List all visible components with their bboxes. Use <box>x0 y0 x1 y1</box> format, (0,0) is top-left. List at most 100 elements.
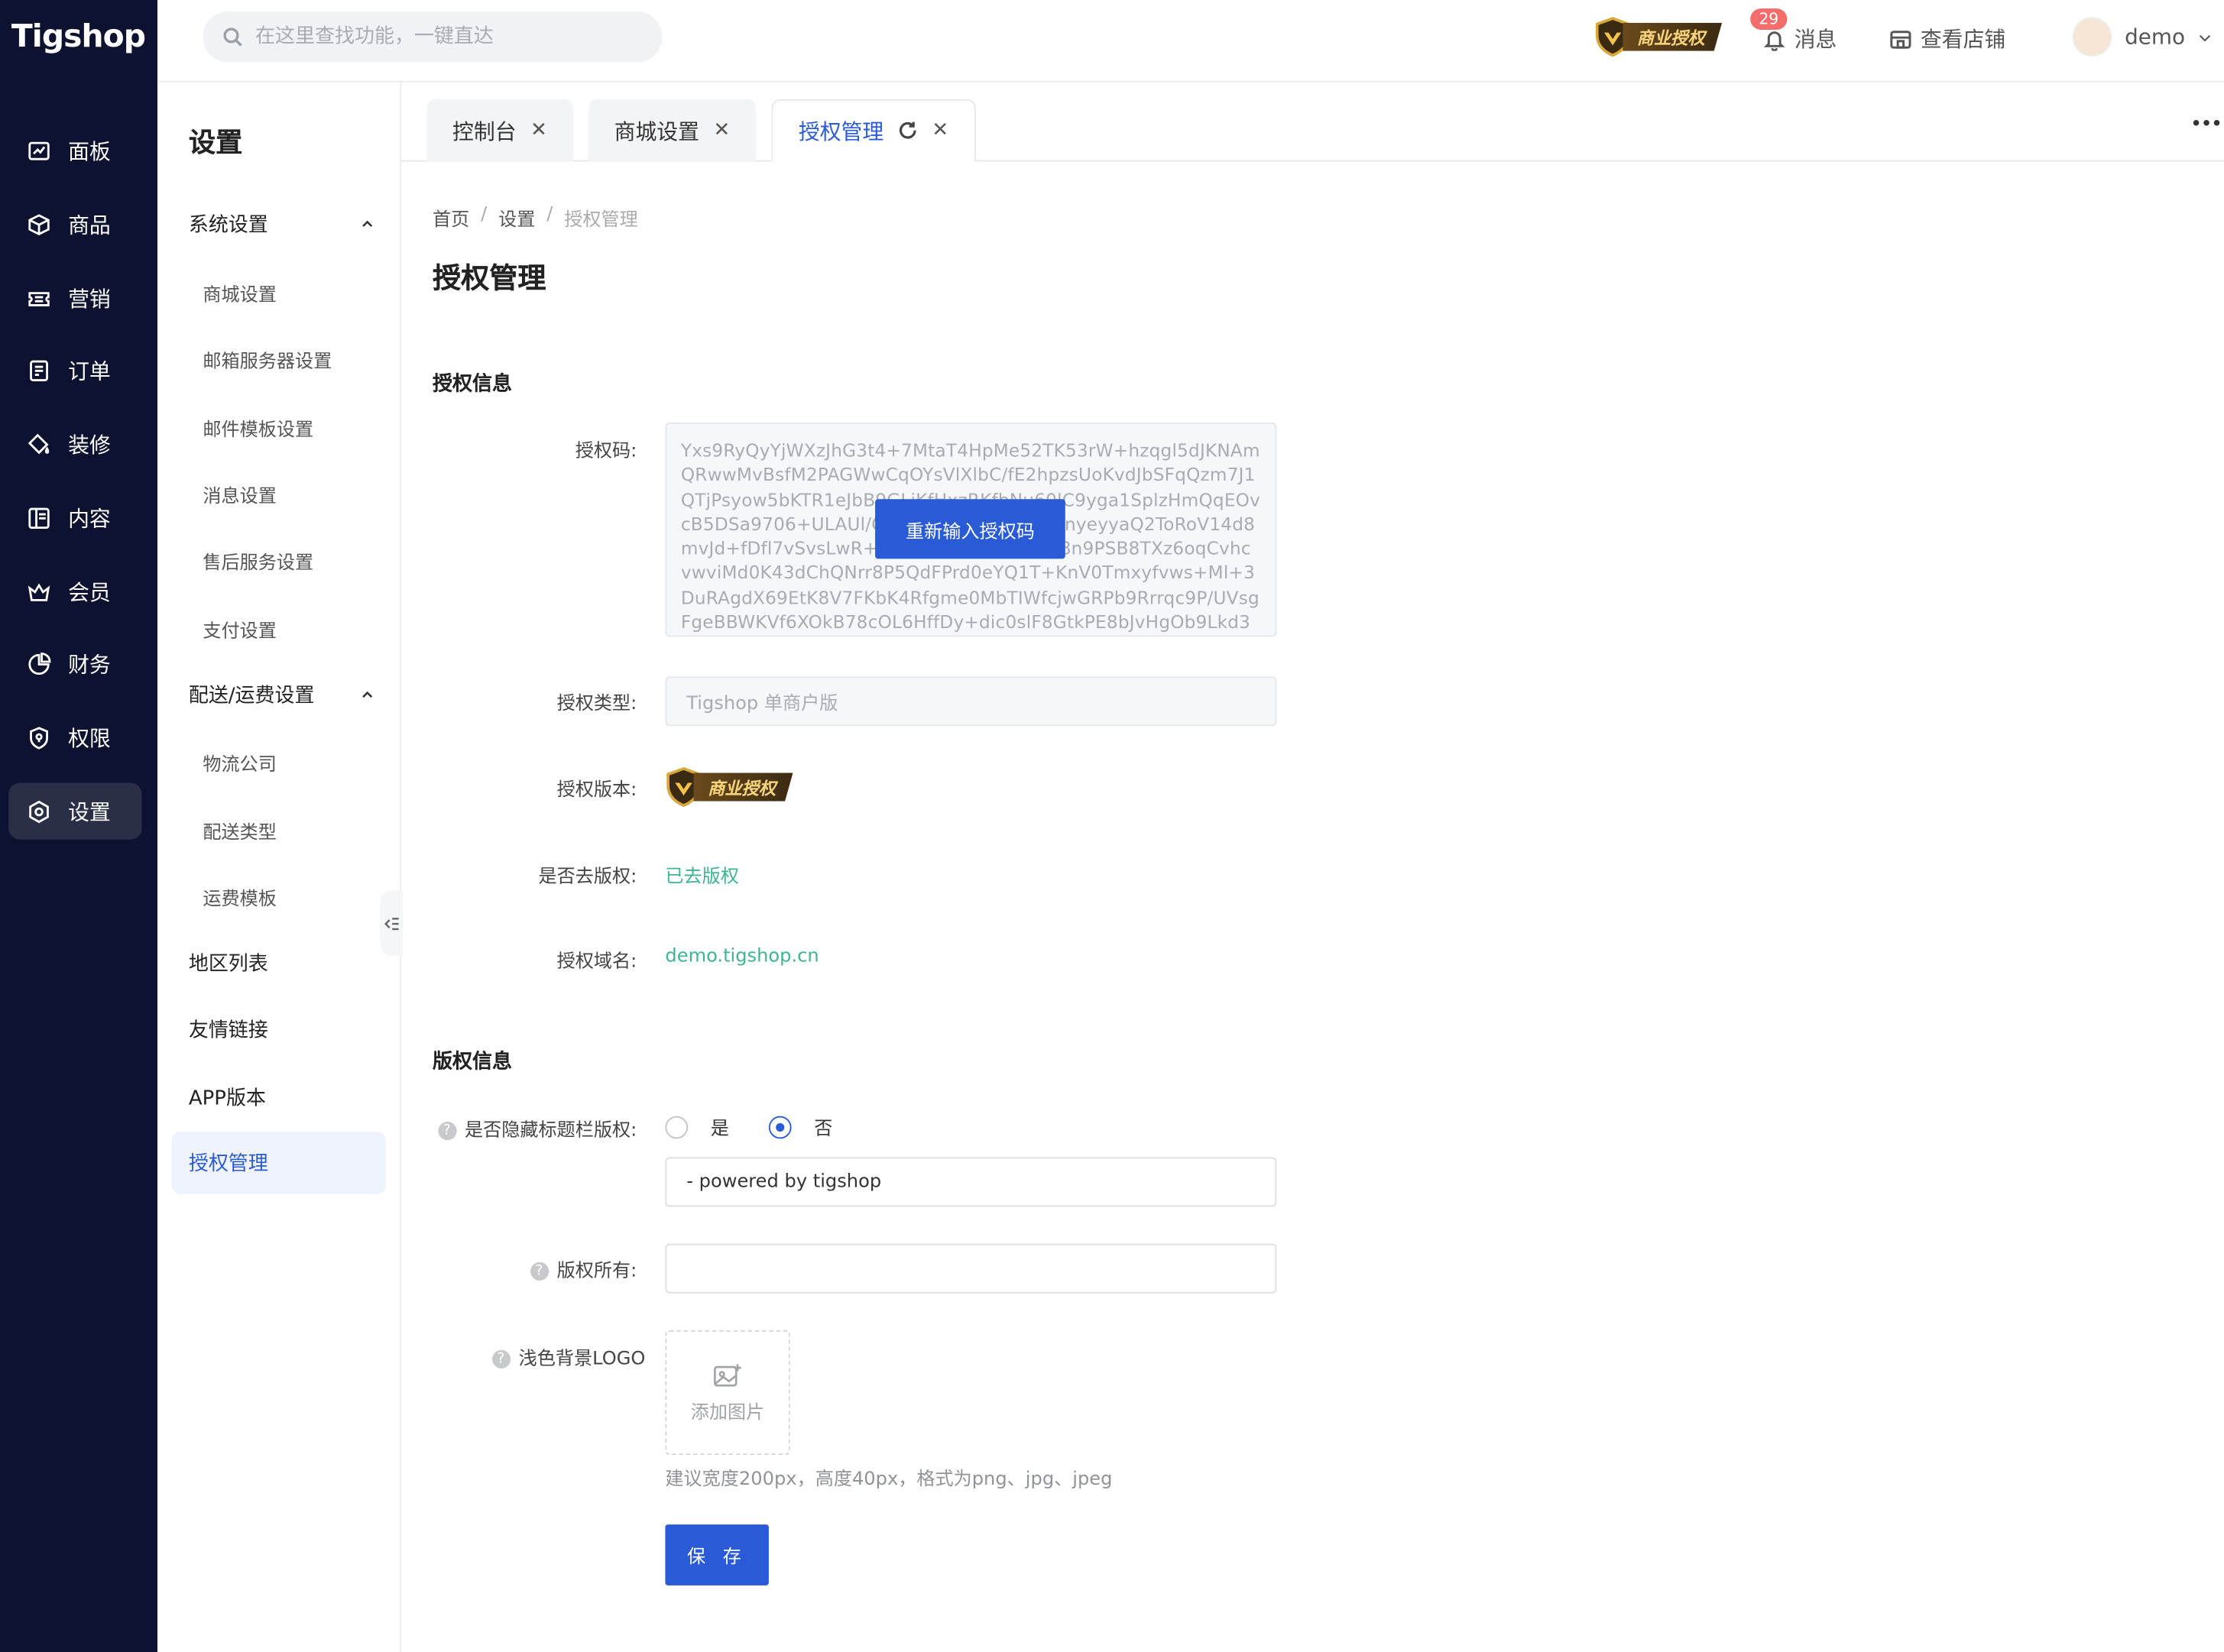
content-icon <box>25 505 50 530</box>
nav-item-permissions[interactable]: 权限 <box>8 709 141 766</box>
tab-console[interactable]: 控制台 ✕ <box>426 99 573 162</box>
submenu-item[interactable]: 售后服务设置 <box>203 547 313 575</box>
label-hide-title-copyright: ? 是否隐藏标题栏版权: <box>410 1115 637 1142</box>
chevron-up-icon <box>362 691 373 698</box>
tab-bar: 控制台 ✕ 商城设置 ✕ 授权管理 ✕ ••• <box>401 83 2224 162</box>
submenu-app-version[interactable]: APP版本 <box>189 1084 266 1112</box>
submenu-license-management[interactable]: 授权管理 <box>171 1132 386 1194</box>
nav-item-content[interactable]: 内容 <box>8 489 141 546</box>
submenu-group-shipping[interactable]: 配送/运费设置 <box>189 681 373 709</box>
search-box[interactable] <box>203 11 663 63</box>
label-copyright-removed: 是否去版权: <box>538 866 637 888</box>
bell-icon <box>1763 31 1785 50</box>
view-store-label: 查看店铺 <box>1920 27 2006 53</box>
label-license-code: 授权码: <box>575 441 637 463</box>
logo[interactable]: Tigshop <box>11 20 146 55</box>
label-license-domain: 授权域名: <box>556 951 637 973</box>
shield-icon <box>25 724 50 750</box>
messages-label: 消息 <box>1794 27 1837 53</box>
nav-item-members[interactable]: 会员 <box>8 563 141 620</box>
submenu-item[interactable]: 配送类型 <box>203 817 277 844</box>
submenu-active-label: 授权管理 <box>188 1152 268 1176</box>
close-icon[interactable]: ✕ <box>714 119 731 142</box>
section-title-license: 授权信息 <box>433 373 512 396</box>
view-store-button[interactable]: 查看店铺 <box>1889 24 2005 54</box>
nav-item-products[interactable]: 商品 <box>8 196 141 252</box>
submenu-group-system[interactable]: 系统设置 <box>189 210 373 238</box>
tab-label: 商城设置 <box>614 118 699 144</box>
nav-label: 会员 <box>68 579 111 605</box>
messages-button[interactable]: 消息 <box>1763 24 1837 54</box>
user-name: demo <box>2125 24 2186 50</box>
help-icon[interactable]: ? <box>491 1349 511 1369</box>
submenu-title: 设置 <box>188 128 243 159</box>
nav-item-orders[interactable]: 订单 <box>8 342 141 398</box>
nav-item-marketing[interactable]: 营销 <box>8 270 141 326</box>
nav-item-decoration[interactable]: 装修 <box>8 416 141 472</box>
version-badge-label: 商业授权 <box>693 773 793 802</box>
order-icon <box>25 358 50 383</box>
cube-icon <box>25 212 50 237</box>
submenu-friend-links[interactable]: 友情链接 <box>189 1015 268 1044</box>
nav-label: 订单 <box>68 358 111 384</box>
avatar[interactable] <box>2072 17 2112 57</box>
user-menu[interactable]: demo <box>2125 24 2220 50</box>
chart-line-icon <box>25 138 50 163</box>
title-suffix-input[interactable]: - powered by tigshop <box>665 1157 1277 1207</box>
help-icon[interactable]: ? <box>530 1262 549 1281</box>
search-icon <box>223 28 242 47</box>
tab-label: 授权管理 <box>798 118 884 144</box>
nav-label: 权限 <box>68 725 111 751</box>
submenu-item[interactable]: 邮箱服务器设置 <box>203 346 332 373</box>
nav-item-settings[interactable]: 设置 <box>8 782 142 840</box>
save-button[interactable]: 保 存 <box>665 1524 769 1586</box>
radio-no[interactable]: 否 <box>768 1113 833 1141</box>
tab-mall-settings[interactable]: 商城设置 ✕ <box>588 99 756 162</box>
collapse-sidebar-button[interactable] <box>380 890 404 956</box>
nav-label: 面板 <box>68 138 111 164</box>
paint-bucket-icon <box>25 431 50 456</box>
license-badge[interactable]: 商业授权 <box>1594 17 1723 57</box>
copyright-owner-input[interactable] <box>665 1243 1277 1294</box>
submenu-item[interactable]: 物流公司 <box>203 749 277 776</box>
nav-label: 设置 <box>68 798 111 825</box>
help-icon[interactable]: ? <box>437 1122 456 1141</box>
label-license-type: 授权类型: <box>556 693 637 715</box>
chevron-down-icon <box>2199 34 2210 41</box>
submenu-region-list[interactable]: 地区列表 <box>189 949 268 977</box>
nav-label: 内容 <box>68 505 111 532</box>
chevron-up-icon <box>362 220 373 227</box>
upload-hint: 建议宽度200px，高度40px，格式为png、jpg、jpeg <box>665 1469 1113 1491</box>
submenu-item[interactable]: 运费模板 <box>203 883 277 911</box>
collapse-icon <box>384 917 398 930</box>
crown-icon <box>25 578 50 604</box>
label-text: 是否隐藏标题栏版权: <box>465 1120 637 1142</box>
breadcrumb-separator: / <box>481 204 488 226</box>
logo-upload-box[interactable]: 添加图片 <box>665 1330 790 1456</box>
submenu-item[interactable]: 消息设置 <box>203 481 277 508</box>
close-icon[interactable]: ✕ <box>530 119 547 142</box>
label-text: 版权所有: <box>556 1260 637 1282</box>
close-icon[interactable]: ✕ <box>932 119 948 142</box>
license-domain-value: demo.tigshop.cn <box>665 945 819 967</box>
submenu-item[interactable]: 商城设置 <box>203 280 277 306</box>
nav-label: 财务 <box>68 651 111 678</box>
breadcrumb-separator: / <box>546 204 553 226</box>
main-content: 首页 / 设置 / 授权管理 授权管理 授权信息 授权码: Yxs9RyQyYj… <box>401 162 2224 1652</box>
submenu-item[interactable]: 邮件模板设置 <box>203 414 313 441</box>
reenter-license-button[interactable]: 重新输入授权码 <box>875 499 1065 559</box>
refresh-icon[interactable] <box>898 121 918 141</box>
radio-label: 否 <box>814 1119 833 1141</box>
radio-yes[interactable]: 是 <box>665 1113 729 1140</box>
search-input[interactable] <box>255 25 624 49</box>
breadcrumb-settings[interactable]: 设置 <box>498 204 535 232</box>
submenu-item[interactable]: 支付设置 <box>203 615 277 643</box>
tab-label: 控制台 <box>452 118 517 144</box>
label-license-version: 授权版本: <box>556 779 637 802</box>
image-add-icon <box>714 1363 741 1386</box>
nav-item-finance[interactable]: 财务 <box>8 635 141 692</box>
tab-license-management[interactable]: 授权管理 ✕ <box>771 99 976 162</box>
more-icon[interactable]: ••• <box>2190 113 2222 136</box>
breadcrumb-home[interactable]: 首页 <box>433 204 469 232</box>
nav-item-dashboard[interactable]: 面板 <box>8 122 141 179</box>
